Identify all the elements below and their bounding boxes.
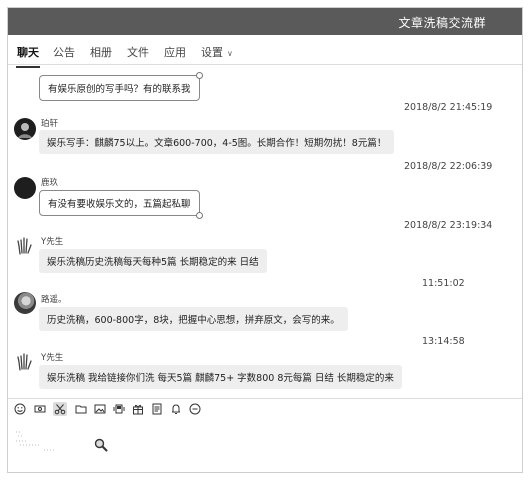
sender-name: 鹿玖 xyxy=(41,178,59,188)
hand-avatar-icon xyxy=(17,237,32,255)
message-bubble: 娱乐洗稿历史洗稿每天每种5篇 长期稳定的来 日结 xyxy=(39,249,267,273)
sender-name: Y先生 xyxy=(41,353,64,363)
group-title: 文章洗稿交流群 xyxy=(398,16,486,30)
redacted-scribble-icon xyxy=(16,431,56,451)
sender-name: Y先生 xyxy=(41,237,64,247)
magnifier-icon[interactable] xyxy=(94,438,108,452)
message-input[interactable] xyxy=(8,420,522,472)
sender-name: 路遥。 xyxy=(41,295,67,305)
tab-bar: 聊天 公告 相册 文件 应用 设置 ∨ xyxy=(8,35,522,68)
tab-chat[interactable]: 聊天 xyxy=(16,44,40,68)
avatar[interactable] xyxy=(14,177,36,199)
bubble-ornament-icon xyxy=(195,212,203,219)
chat-window: 文章洗稿交流群 聊天 公告 相册 文件 应用 设置 ∨ 有娱乐原创的写手吗？有的联… xyxy=(7,7,523,473)
input-toolbar xyxy=(8,398,522,418)
avatar[interactable] xyxy=(14,350,36,372)
title-bar: 文章洗稿交流群 xyxy=(8,8,522,35)
shake-icon[interactable] xyxy=(112,402,126,416)
message-bubble: 娱乐写手：麒麟75以上。文章600-700，4-5图。长期合作！短期勿扰！8元篇… xyxy=(39,130,395,154)
tab-apps[interactable]: 应用 xyxy=(164,44,186,60)
tab-album[interactable]: 相册 xyxy=(90,44,112,60)
message-timestamp: 2018/8/2 23:19:34 xyxy=(404,220,493,231)
sender-name: 珀轩 xyxy=(41,119,59,129)
message-bubble: 有没有要收娱乐文的，五篇起私聊 xyxy=(39,190,203,219)
message-timestamp: 11:51:02 xyxy=(422,278,465,289)
bell-icon[interactable] xyxy=(169,402,183,416)
message-text: 有娱乐原创的写手吗？有的联系我 xyxy=(48,84,191,95)
message-text: 历史洗稿，600-800字，8块，把握中心思想，拼弃原文，会写的来。 xyxy=(47,315,340,326)
message-list[interactable]: 有娱乐原创的写手吗？有的联系我 2018/8/2 21:45:19 珀轩 娱乐写… xyxy=(8,66,522,398)
more-icon[interactable] xyxy=(188,402,202,416)
avatar[interactable] xyxy=(14,118,36,140)
message-bubble: 历史洗稿，600-800字，8块，把握中心思想，拼弃原文，会写的来。 xyxy=(39,307,348,331)
message-bubble: 娱乐洗稿 我给链接你们洗 每天5篇 麒麟75+ 字数800 8元每篇 日结 长期… xyxy=(39,365,402,389)
image-icon[interactable] xyxy=(93,402,107,416)
message-timestamp: 13:14:58 xyxy=(422,336,465,347)
avatar[interactable] xyxy=(14,292,36,314)
tab-settings[interactable]: 设置 ∨ xyxy=(201,44,233,60)
gift-icon[interactable] xyxy=(131,402,145,416)
message-text: 娱乐洗稿 我给链接你们洗 每天5篇 麒麟75+ 字数800 8元每篇 日结 长期… xyxy=(47,373,394,384)
tab-settings-label: 设置 xyxy=(201,46,223,59)
smile-icon[interactable] xyxy=(13,402,27,416)
chevron-down-icon: ∨ xyxy=(227,49,233,58)
message-text: 娱乐洗稿历史洗稿每天每种5篇 长期稳定的来 日结 xyxy=(47,257,259,268)
screen-record-icon[interactable] xyxy=(33,402,47,416)
folder-icon[interactable] xyxy=(74,402,88,416)
avatar[interactable] xyxy=(14,234,36,256)
bubble-ornament-icon xyxy=(195,72,203,79)
tab-files[interactable]: 文件 xyxy=(127,44,149,60)
message-text: 娱乐写手：麒麟75以上。文章600-700，4-5图。长期合作！短期勿扰！8元篇… xyxy=(47,138,387,149)
scissors-icon[interactable] xyxy=(53,402,67,416)
tab-announcement[interactable]: 公告 xyxy=(53,44,75,60)
document-icon[interactable] xyxy=(150,402,164,416)
message-text: 有没有要收娱乐文的，五篇起私聊 xyxy=(48,199,191,210)
message-timestamp: 2018/8/2 22:06:39 xyxy=(404,161,493,172)
message-bubble: 有娱乐原创的写手吗？有的联系我 xyxy=(39,72,203,101)
avatar-portrait-icon xyxy=(18,123,32,138)
message-timestamp: 2018/8/2 21:45:19 xyxy=(404,102,493,113)
hand-avatar-icon xyxy=(17,353,32,371)
